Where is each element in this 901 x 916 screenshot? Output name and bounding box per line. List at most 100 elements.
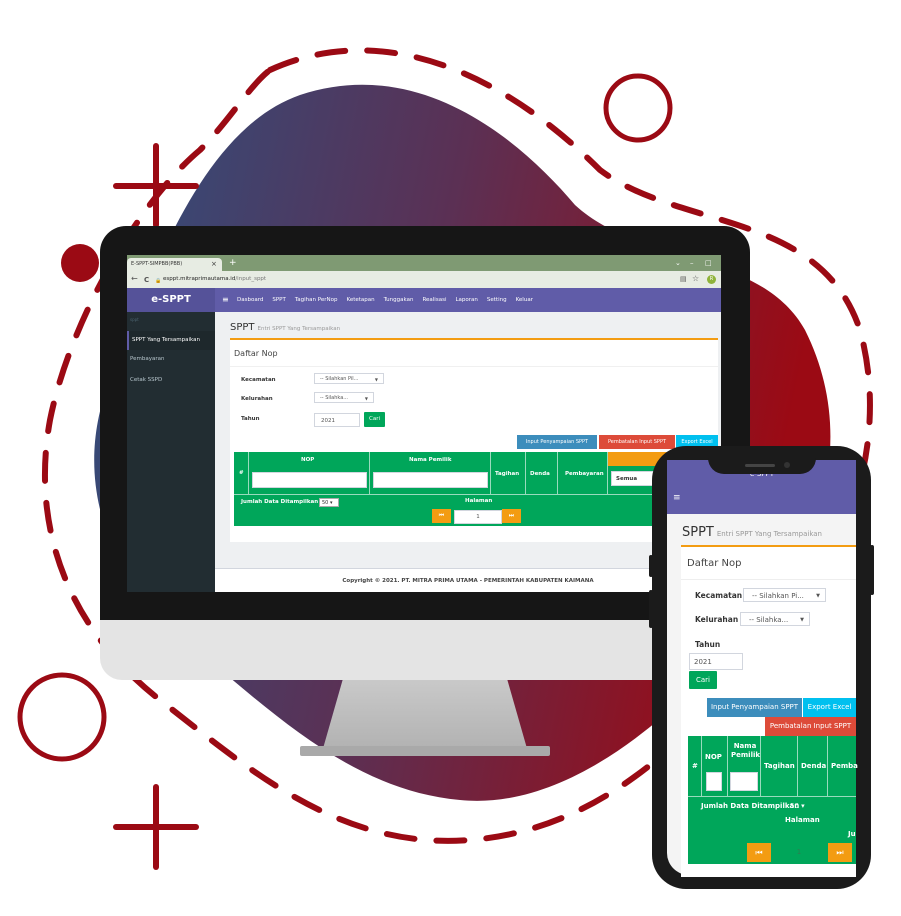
col-header-denda: Denda [530,471,550,477]
nav-setting[interactable]: Setting [487,297,507,303]
tab-close-icon[interactable]: × [211,258,217,271]
page-number-input[interactable]: 1 [454,510,502,524]
mobile-tahun-input[interactable]: 2021 [689,653,743,670]
next-page-icon[interactable]: ⏭ [502,509,521,523]
mobile-kecamatan-select[interactable]: -- Silahkan Pi... ▼ [743,588,826,602]
mobile-nama-filter-input[interactable] [730,772,758,791]
url-domain: esppt.mitraprimautama.id [163,276,236,282]
chevron-down-icon[interactable]: ⌄ [675,258,681,268]
mobile-page-subtitle: Entri SPPT Yang Tersampaikan [716,530,822,538]
divider [230,366,718,367]
mobile-kecamatan-label: Kecamatan [695,591,743,600]
nav-realisasi[interactable]: Realisasi [422,297,446,303]
reload-icon[interactable]: C [144,275,149,285]
browser-tab[interactable]: E-SPPT-SIMPBB(PBB) [127,258,222,271]
nav-tunggakan[interactable]: Tunggakan [384,297,414,303]
page-title: SPPT Entri SPPT Yang Tersampaikan [230,322,341,333]
col-header-tagihan: Tagihan [495,471,520,477]
monitor-stand [322,680,528,752]
halaman-label: Halaman [465,498,493,504]
mobile-halaman-label: Halaman [785,816,820,824]
nop-filter-input[interactable] [252,472,367,488]
kelurahan-label: Kelurahan [241,396,273,402]
sidebar-item-pembayaran[interactable]: Pembayaran [127,350,215,369]
new-tab-icon[interactable]: + [229,257,237,269]
col-header-nama-pemilik: Nama Pemilik [409,457,452,463]
nav-ketetapan[interactable]: Ketetapan [347,297,375,303]
profile-avatar[interactable]: R [707,275,716,284]
mobile-tahun-label: Tahun [695,640,721,649]
mobile-pembatalan-input-button[interactable]: Pembatalan Input SPPT [765,717,856,736]
page-subtitle: Entri SPPT Yang Tersampaikan [257,326,341,332]
mobile-col-header-tagihan: Tagihan [764,762,795,770]
menu-toggle-icon[interactable]: ≡ [222,288,229,312]
maximize-icon[interactable]: □ [705,258,712,268]
col-header-nop: NOP [301,457,315,463]
phone-speaker [745,464,775,467]
nav-tagihan-pernop[interactable]: Tagihan PerNop [295,297,338,303]
nav-keluar[interactable]: Keluar [516,297,533,303]
kecamatan-select[interactable]: -- Silahkan Pil... ▼ [314,373,384,384]
circle-outline-top [603,73,673,143]
jumlah-data-select[interactable]: 50 ▾ [319,498,339,507]
sidebar-item-sppt-tersampaikan[interactable]: SPPT Yang Tersampaikan [127,331,215,350]
mobile-jumlah-data-label: Jumlah Data Ditampilkan [701,802,800,810]
hamburger-icon[interactable]: ≡ [673,493,681,503]
nama-filter-input[interactable] [373,472,488,488]
col-header-index: # [239,470,244,476]
kelurahan-select[interactable]: -- Silahka... ▼ [314,392,374,403]
kecamatan-label: Kecamatan [241,377,276,383]
lock-icon: 🔒 [155,278,162,284]
sidebar-header: sppt [130,317,139,322]
mobile-prev-page-icon[interactable]: ⏮ [747,843,771,862]
divider [681,579,856,580]
tahun-input[interactable]: 2021 [314,413,360,427]
mobile-box-title: Daftar Nop [687,558,742,569]
dot-red [61,244,99,282]
chevron-down-icon: ▼ [374,377,378,382]
plus-bottom [113,784,199,870]
star-icon[interactable]: ☆ [692,274,699,284]
jumlah-data-label: Jumlah Data Ditampilkan [241,499,319,505]
prev-page-icon[interactable]: ⏮ [432,509,451,523]
mobile-next-page-icon[interactable]: ⏭ [828,843,852,862]
desktop-screen: E-SPPT-SIMPBB(PBB) × + ⌄ – □ ← C 🔒 esppt… [127,255,721,592]
app-brand[interactable]: e-SPPT [127,288,215,312]
cari-button[interactable]: Cari [364,412,385,427]
nav-dasboard[interactable]: Dasboard [237,297,263,303]
back-icon[interactable]: ← [131,274,138,284]
nav-laporan[interactable]: Laporan [455,297,477,303]
input-penyampaian-button[interactable]: Input Penyampaian SPPT [517,435,597,449]
nav-sppt[interactable]: SPPT [272,297,285,303]
box-title: Daftar Nop [234,349,278,358]
url-input[interactable]: esppt.mitraprimautama.id/input_sppt [163,275,266,284]
mobile-cari-button[interactable]: Cari [689,671,717,689]
page-footer: Copyright © 2021. PT. MITRA PRIMA UTAMA … [215,568,721,592]
mobile-col-header-pembayaran: Pemba [831,762,858,770]
mobile-jumlah-data-select[interactable]: 50 ▾ [790,802,805,810]
mobile-export-excel-button[interactable]: Export Excel [803,698,856,717]
col-header-pembayaran: Pembayaran [565,471,604,477]
mobile-input-penyampaian-button[interactable]: Input Penyampaian SPPT [707,698,802,717]
mobile-page-title: SPPT Entri SPPT Yang Tersampaikan [682,525,822,540]
translate-icon[interactable]: ▤ [680,274,687,284]
chevron-down-icon: ▼ [364,396,368,401]
sidebar-item-cetak-sspd[interactable]: Cetak SSPD [127,371,215,390]
url-path: /input_sppt [235,276,267,282]
chevron-down-icon: ▼ [800,617,804,623]
mobile-col-header-nama-pemilik: Nama Pemilik [731,742,761,759]
mobile-kelurahan-select[interactable]: -- Silahka... ▼ [740,612,810,626]
minimize-icon[interactable]: – [690,258,694,268]
nav-menu: Dasboard SPPT Tagihan PerNop Ketetapan T… [237,288,533,312]
phone-notch [708,450,816,474]
monitor-base [300,746,550,756]
mobile-col-header-nop: NOP [705,753,722,761]
mobile-partial-label: Ju [848,830,856,838]
tahun-label: Tahun [241,416,260,422]
mobile-nop-filter-input[interactable] [706,772,722,791]
mobile-page-number-input[interactable]: 1 [774,844,824,861]
circle-outline-bottom [17,672,107,762]
pembatalan-input-button[interactable]: Pembatalan Input SPPT [599,435,675,449]
mobile-col-header-denda: Denda [801,762,827,770]
tab-title: E-SPPT-SIMPBB(PBB) [131,261,183,267]
